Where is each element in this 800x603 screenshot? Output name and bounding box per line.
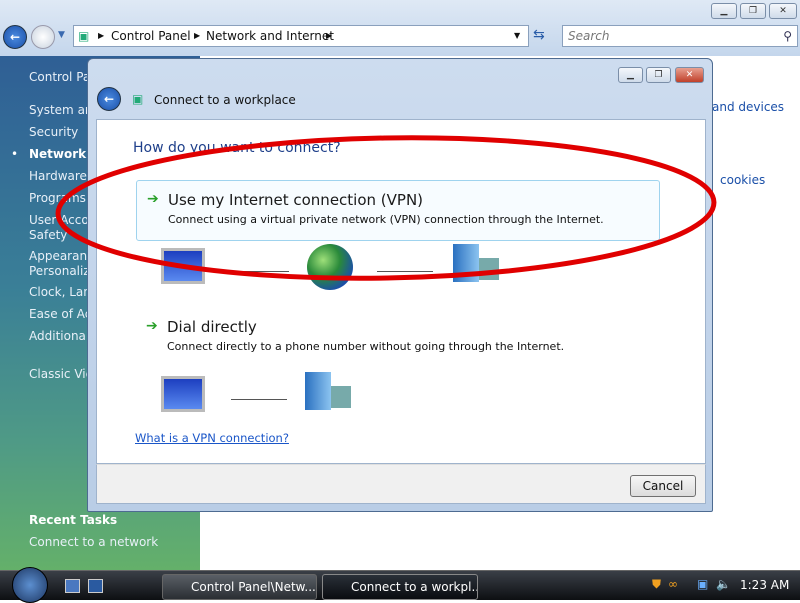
- taskbar-item-connect[interactable]: Connect to a workpl...: [322, 574, 478, 600]
- tray-app-icon[interactable]: ∞: [668, 577, 678, 591]
- network-tray-icon[interactable]: ▣: [697, 577, 708, 591]
- start-button[interactable]: [12, 567, 48, 603]
- clock[interactable]: 1:23 AM: [740, 578, 789, 592]
- security-shield-icon[interactable]: ⛊: [652, 577, 661, 592]
- volume-icon[interactable]: 🔈: [716, 577, 731, 591]
- annotation-ellipse: [55, 135, 717, 281]
- taskbar: Control Panel\Netw... Connect to a workp…: [0, 567, 800, 603]
- show-desktop-icon[interactable]: [65, 579, 80, 593]
- taskbar-item-control-panel[interactable]: Control Panel\Netw...: [162, 574, 317, 600]
- red-ellipse-annotation: [55, 135, 717, 281]
- switch-windows-icon[interactable]: [88, 579, 103, 593]
